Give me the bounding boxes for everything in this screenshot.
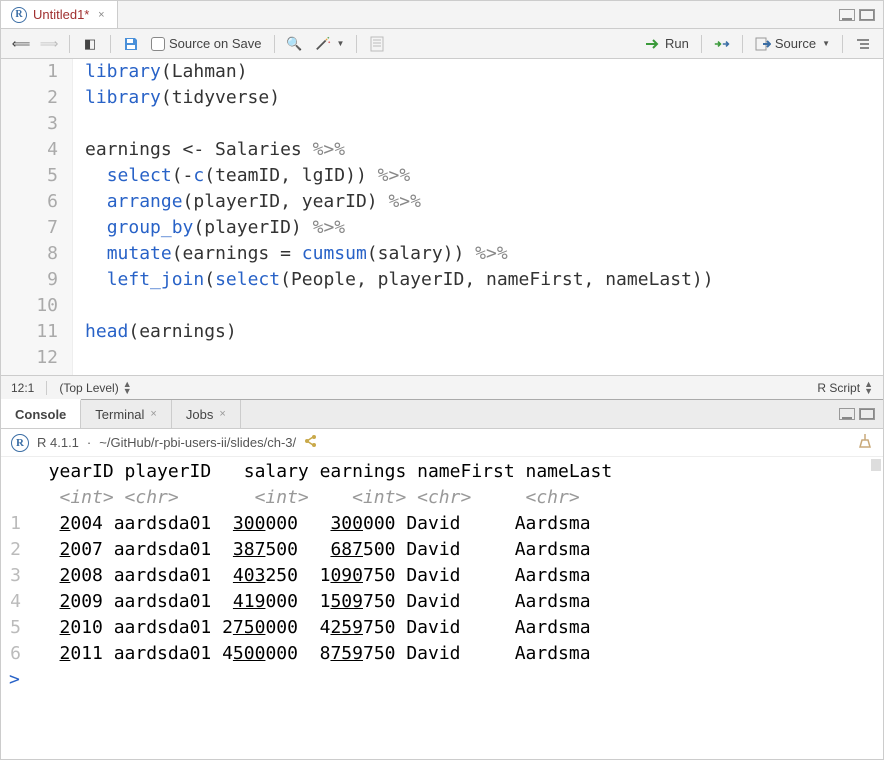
pane-window-controls	[839, 400, 883, 428]
tab-jobs[interactable]: Jobs×	[172, 400, 241, 428]
tab-console[interactable]: Console	[1, 399, 81, 428]
updown-icon: ▲▼	[123, 381, 132, 395]
editor-statusbar: 12:1 (Top Level) ▲▼ R Script ▲▼	[1, 375, 883, 399]
minimize-pane-icon[interactable]	[839, 408, 855, 420]
r-version: R 4.1.1	[37, 435, 79, 450]
chevron-down-icon: ▼	[337, 39, 345, 48]
table-row: 6 2011 aardsda01 4500000 8759750 David A…	[5, 641, 883, 667]
tab-terminal[interactable]: Terminal×	[81, 400, 172, 428]
clear-console-button[interactable]	[857, 433, 873, 452]
console-infobar: R R 4.1.1 · ~/GitHub/r-pbi-users-ii/slid…	[1, 429, 883, 457]
save-icon	[123, 36, 139, 52]
console-output[interactable]: yearID playerID salary earnings nameFirs…	[1, 457, 883, 695]
editor-tabbar: R Untitled1* ×	[1, 1, 883, 29]
save-button[interactable]	[119, 34, 143, 54]
console-tabbar: Console Terminal× Jobs×	[1, 399, 883, 429]
source-button[interactable]: Source ▼	[751, 34, 834, 54]
maximize-pane-icon[interactable]	[859, 408, 875, 420]
table-row: 1 2004 aardsda01 300000 300000 David Aar…	[5, 511, 883, 537]
maximize-pane-icon[interactable]	[859, 9, 875, 21]
language-label: R Script	[817, 381, 860, 395]
popout-button[interactable]: ◧	[78, 34, 102, 54]
r-logo-icon: R	[11, 434, 29, 452]
search-icon: 🔍	[287, 36, 303, 52]
working-directory[interactable]: ~/GitHub/r-pbi-users-ii/slides/ch-3/	[99, 435, 296, 450]
notebook-icon	[369, 36, 385, 52]
close-icon[interactable]: ×	[219, 408, 225, 420]
run-button[interactable]: Run	[641, 34, 693, 54]
wand-button[interactable]: ▼	[311, 34, 349, 54]
language-selector[interactable]: R Script ▲▼	[817, 381, 873, 395]
tab-title: Untitled1*	[33, 7, 89, 22]
find-button[interactable]: 🔍	[283, 34, 307, 54]
line-gutter: 123456789101112	[1, 59, 73, 375]
forward-button[interactable]: ⟹	[37, 34, 61, 54]
outline-button[interactable]	[851, 34, 875, 54]
table-row: 5 2010 aardsda01 2750000 4259750 David A…	[5, 615, 883, 641]
source-on-save-label: Source on Save	[169, 36, 262, 51]
scope-label: (Top Level)	[59, 381, 118, 395]
outline-icon	[855, 36, 871, 52]
table-types: <int> <chr> <int> <int> <chr> <chr>	[27, 485, 612, 511]
wand-icon	[315, 36, 331, 52]
table-row: 2 2007 aardsda01 387500 687500 David Aar…	[5, 537, 883, 563]
chevron-down-icon: ▼	[822, 39, 830, 48]
console-prompt[interactable]: >	[5, 667, 883, 693]
r-file-icon: R	[11, 7, 27, 23]
source-pane: R Untitled1* × ⟸ ⟹ ◧ Source on Save 🔍	[1, 1, 883, 399]
table-header: yearID playerID salary earnings nameFirs…	[27, 459, 612, 485]
close-icon[interactable]: ×	[95, 9, 107, 21]
source-on-save-toggle[interactable]: Source on Save	[147, 34, 266, 53]
run-icon	[645, 36, 661, 52]
scope-selector[interactable]: (Top Level) ▲▼	[59, 381, 131, 395]
checkbox-icon	[151, 37, 165, 51]
editor-toolbar: ⟸ ⟹ ◧ Source on Save 🔍 ▼	[1, 29, 883, 59]
run-label: Run	[665, 36, 689, 51]
code-area[interactable]: library(Lahman)library(tidyverse) earnin…	[73, 59, 883, 375]
pane-window-controls	[839, 1, 883, 28]
back-button[interactable]: ⟸	[9, 34, 33, 54]
source-icon	[755, 36, 771, 52]
table-row: 4 2009 aardsda01 419000 1509750 David Aa…	[5, 589, 883, 615]
console-pane: Console Terminal× Jobs× R R 4.1.1 · ~/Gi…	[1, 399, 883, 695]
updown-icon: ▲▼	[864, 381, 873, 395]
share-icon[interactable]	[304, 434, 318, 451]
code-editor[interactable]: 123456789101112 library(Lahman)library(t…	[1, 59, 883, 375]
notebook-button[interactable]	[365, 34, 389, 54]
editor-tab[interactable]: R Untitled1* ×	[1, 1, 118, 28]
close-icon[interactable]: ×	[150, 408, 156, 420]
scrollbar-thumb[interactable]	[871, 459, 881, 471]
source-label: Source	[775, 36, 816, 51]
rerun-button[interactable]	[710, 34, 734, 54]
rerun-icon	[714, 36, 730, 52]
table-row: 3 2008 aardsda01 403250 1090750 David Aa…	[5, 563, 883, 589]
minimize-pane-icon[interactable]	[839, 9, 855, 21]
cursor-position: 12:1	[11, 381, 34, 395]
